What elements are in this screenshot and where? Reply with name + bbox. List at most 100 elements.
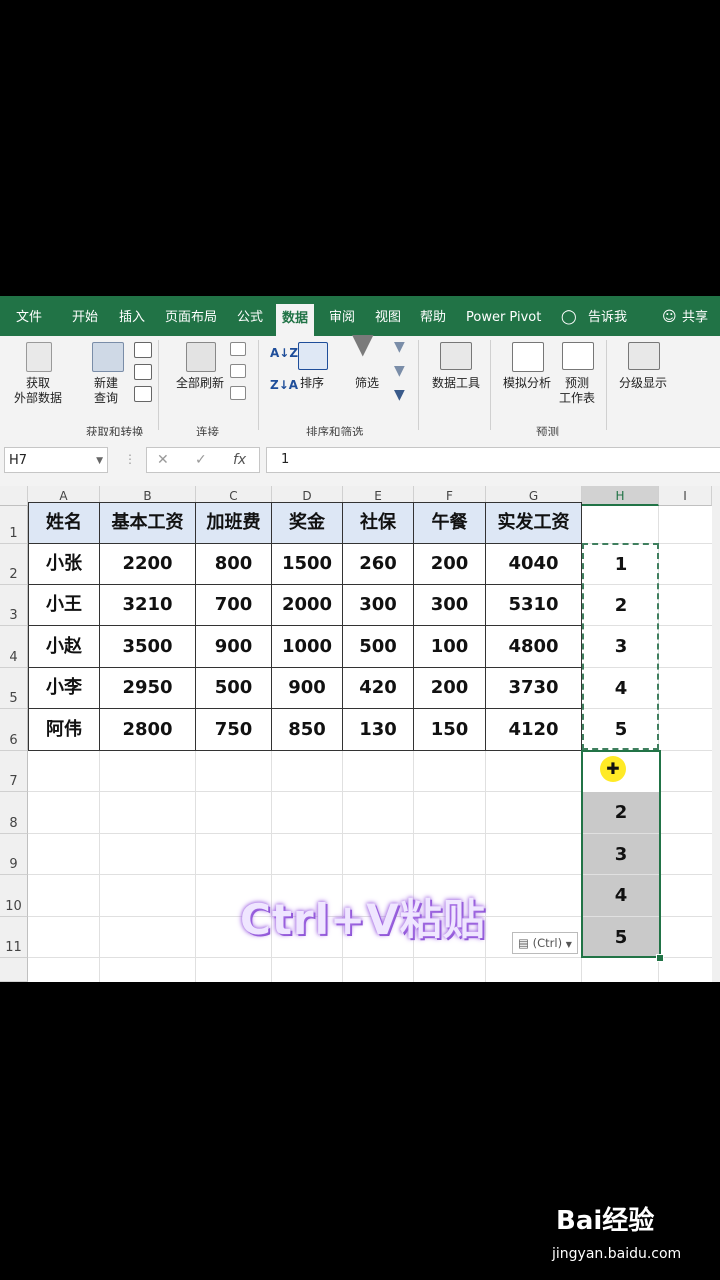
header-cell-social-security[interactable]: 社保	[343, 503, 414, 544]
table-cell[interactable]: 200	[414, 544, 486, 585]
table-cell[interactable]: 4800	[486, 626, 582, 668]
show-queries-icon[interactable]	[134, 342, 152, 358]
recent-sources-icon[interactable]	[134, 386, 152, 402]
worksheet-grid[interactable]: A B C D E F G H I 1 2 3 4 5 6 7 8 9 10 1…	[0, 486, 720, 982]
reapply-filter-icon[interactable]: ▼	[394, 364, 405, 379]
forecast-sheet-button[interactable]: 预测 工作表	[556, 376, 598, 406]
table-cell[interactable]: 2000	[272, 585, 343, 626]
row-header[interactable]: 6	[0, 709, 28, 751]
tab-page-layout[interactable]: 页面布局	[165, 296, 217, 336]
tab-insert[interactable]: 插入	[119, 296, 145, 336]
column-header-i[interactable]: I	[659, 486, 712, 506]
column-header-h[interactable]: H	[582, 486, 659, 506]
lightbulb-icon[interactable]: ◯	[561, 309, 577, 325]
from-table-icon[interactable]	[134, 364, 152, 380]
row-header[interactable]: 5	[0, 668, 28, 709]
tab-formulas[interactable]: 公式	[237, 296, 263, 336]
table-cell[interactable]: 小王	[29, 585, 100, 626]
row-header[interactable]: 2	[0, 544, 28, 585]
paste-options-button[interactable]: ▤ (Ctrl) ▼	[512, 932, 578, 954]
table-cell[interactable]: 500	[343, 626, 414, 668]
table-cell[interactable]: 4120	[486, 709, 582, 751]
tell-me-box[interactable]: 告诉我	[588, 296, 627, 336]
header-cell-bonus[interactable]: 奖金	[272, 503, 343, 544]
chevron-down-icon[interactable]: ▼	[96, 448, 103, 474]
refresh-all-button[interactable]: 全部刷新	[172, 376, 228, 391]
table-cell[interactable]: 130	[343, 709, 414, 751]
new-query-button[interactable]: 新建 查询	[86, 376, 126, 406]
user-icon[interactable]: ☺	[662, 309, 677, 325]
header-cell-net-salary[interactable]: 实发工资	[486, 503, 582, 544]
table-cell[interactable]: 小赵	[29, 626, 100, 668]
tab-view[interactable]: 视图	[375, 296, 401, 336]
table-cell[interactable]: 2950	[100, 668, 196, 709]
table-cell[interactable]: 420	[343, 668, 414, 709]
table-cell[interactable]: 2200	[100, 544, 196, 585]
row-header[interactable]	[0, 958, 28, 982]
vertical-scrollbar[interactable]	[712, 486, 720, 982]
table-cell[interactable]: 900	[196, 626, 272, 668]
advanced-filter-icon[interactable]: ▼	[394, 388, 405, 403]
connections-icon[interactable]	[230, 342, 246, 356]
table-cell[interactable]: 3500	[100, 626, 196, 668]
insert-function-icon[interactable]: fx	[233, 448, 246, 472]
data-tools-button[interactable]: 数据工具	[428, 376, 484, 391]
table-cell[interactable]: 260	[343, 544, 414, 585]
header-cell-name[interactable]: 姓名	[29, 503, 100, 544]
row-header[interactable]: 3	[0, 585, 28, 626]
row-header[interactable]: 9	[0, 834, 28, 875]
edit-links-icon[interactable]	[230, 386, 246, 400]
table-cell[interactable]: 1000	[272, 626, 343, 668]
row-header[interactable]: 11	[0, 917, 28, 958]
name-box[interactable]: H7 ▼	[4, 447, 108, 473]
get-external-data-button[interactable]: 获取 外部数据	[14, 376, 62, 406]
table-cell[interactable]: 4040	[486, 544, 582, 585]
tab-power-pivot[interactable]: Power Pivot	[466, 296, 541, 336]
outline-button[interactable]: 分级显示	[614, 376, 672, 391]
tab-home[interactable]: 开始	[72, 296, 98, 336]
tab-help[interactable]: 帮助	[420, 296, 446, 336]
header-cell-overtime[interactable]: 加班费	[196, 503, 272, 544]
sort-button[interactable]: 排序	[296, 376, 328, 391]
row-header[interactable]: 1	[0, 506, 28, 544]
table-cell[interactable]: 小李	[29, 668, 100, 709]
properties-icon[interactable]	[230, 364, 246, 378]
table-cell[interactable]: 阿伟	[29, 709, 100, 751]
table-cell[interactable]: 750	[196, 709, 272, 751]
row-header[interactable]: 7	[0, 751, 28, 792]
what-if-analysis-button[interactable]: 模拟分析	[500, 376, 554, 391]
cancel-icon[interactable]: ✕	[157, 448, 169, 472]
row-header[interactable]: 4	[0, 626, 28, 668]
table-cell[interactable]: 900	[272, 668, 343, 709]
table-cell[interactable]: 2800	[100, 709, 196, 751]
table-cell[interactable]: 3730	[486, 668, 582, 709]
enter-icon[interactable]: ✓	[195, 448, 207, 472]
clear-filter-icon[interactable]: ▼	[394, 340, 405, 355]
table-cell[interactable]: 850	[272, 709, 343, 751]
filter-button[interactable]: 筛选	[350, 376, 384, 391]
table-cell[interactable]: 800	[196, 544, 272, 585]
tab-file[interactable]: 文件	[16, 296, 42, 336]
row-header[interactable]: 10	[0, 875, 28, 917]
select-all-corner[interactable]	[0, 486, 28, 506]
table-cell[interactable]: 300	[343, 585, 414, 626]
table-cell[interactable]: 300	[414, 585, 486, 626]
table-cell[interactable]: 500	[196, 668, 272, 709]
table-cell[interactable]: 5310	[486, 585, 582, 626]
table-cell[interactable]: 小张	[29, 544, 100, 585]
sort-ascending-icon[interactable]: A↓Z	[270, 346, 298, 361]
table-cell[interactable]: 3210	[100, 585, 196, 626]
table-cell[interactable]: 100	[414, 626, 486, 668]
tab-data[interactable]: 数据	[276, 304, 315, 336]
table-cell[interactable]: 150	[414, 709, 486, 751]
formula-input[interactable]: 1	[266, 447, 720, 473]
row-header[interactable]: 8	[0, 792, 28, 834]
table-cell[interactable]: 1500	[272, 544, 343, 585]
share-button[interactable]: 共享	[682, 296, 708, 336]
table-cell[interactable]: 200	[414, 668, 486, 709]
table-cell[interactable]: 700	[196, 585, 272, 626]
fill-handle[interactable]	[656, 954, 664, 962]
header-cell-lunch[interactable]: 午餐	[414, 503, 486, 544]
header-cell-base-salary[interactable]: 基本工资	[100, 503, 196, 544]
sort-descending-icon[interactable]: Z↓A	[270, 378, 298, 393]
